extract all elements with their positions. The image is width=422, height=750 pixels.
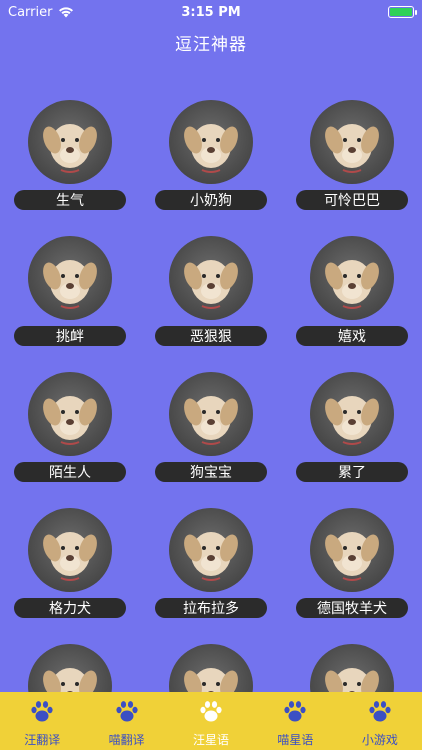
sound-item[interactable]: 累了 (296, 372, 408, 492)
dog-avatar-image[interactable] (169, 644, 253, 692)
sound-label[interactable]: 挑衅 (14, 326, 126, 346)
dog-avatar-image[interactable] (28, 100, 112, 184)
sound-label[interactable]: 嬉戏 (296, 326, 408, 346)
dog-avatar-image[interactable] (169, 100, 253, 184)
paw-icon (282, 699, 308, 729)
tab-bar: 汪翻译 喵翻译 汪星语 喵星语 小游戏 (0, 692, 422, 750)
dog-avatar-image[interactable] (310, 236, 394, 320)
tab-label: 汪翻译 (24, 733, 61, 747)
page-title: 逗汪神器 (175, 35, 247, 55)
sound-item[interactable]: 格力犬 (14, 508, 126, 628)
dog-avatar-image[interactable] (310, 372, 394, 456)
paw-icon (367, 699, 393, 729)
sound-grid: 生气 小奶狗 可怜巴巴挑衅 恶狠狠 嬉戏陌生人 狗宝宝 累了格力犬 拉布拉多 德国牧羊犬 (0, 96, 422, 692)
dog-avatar-image[interactable] (169, 236, 253, 320)
dog-avatar-image[interactable] (28, 644, 112, 692)
dog-avatar-image[interactable] (28, 508, 112, 592)
status-bar: Carrier 3:15 PM (0, 0, 422, 24)
sound-item[interactable]: 可怜巴巴 (296, 100, 408, 220)
sound-item[interactable]: 嬉戏 (296, 236, 408, 356)
tab-item[interactable]: 喵翻译 (84, 692, 168, 750)
tab-item[interactable]: 汪星语 (169, 692, 253, 750)
sound-item[interactable]: 生气 (14, 100, 126, 220)
sound-item[interactable]: 挑衅 (14, 236, 126, 356)
dog-avatar-image[interactable] (169, 508, 253, 592)
dog-avatar-image[interactable] (28, 236, 112, 320)
sound-label[interactable]: 拉布拉多 (155, 598, 267, 618)
tab-item[interactable]: 小游戏 (338, 692, 422, 750)
wifi-icon (59, 7, 74, 18)
sound-label[interactable]: 格力犬 (14, 598, 126, 618)
battery-icon (388, 6, 417, 18)
sound-item[interactable]: 小奶狗 (155, 100, 267, 220)
sound-label[interactable]: 陌生人 (14, 462, 126, 482)
carrier-label: Carrier (8, 4, 53, 20)
tab-item[interactable]: 汪翻译 (0, 692, 84, 750)
tab-label: 汪星语 (193, 733, 230, 747)
tab-label: 喵星语 (277, 733, 314, 747)
sound-item[interactable]: 拉布拉多 (155, 508, 267, 628)
paw-icon (114, 699, 140, 729)
paw-icon (198, 699, 224, 729)
sound-label[interactable]: 生气 (14, 190, 126, 210)
tab-label: 小游戏 (361, 733, 398, 747)
sound-item[interactable]: 陌生人 (14, 372, 126, 492)
sound-item[interactable]: 德国牧羊犬 (296, 508, 408, 628)
sound-label[interactable]: 累了 (296, 462, 408, 482)
dog-avatar-image[interactable] (310, 100, 394, 184)
sound-item[interactable]: 恶狠狠 (155, 236, 267, 356)
sound-item[interactable]: 狗宝宝 (155, 372, 267, 492)
dog-avatar-image[interactable] (28, 372, 112, 456)
sound-label[interactable]: 狗宝宝 (155, 462, 267, 482)
tab-item[interactable]: 喵星语 (253, 692, 337, 750)
sound-label[interactable]: 小奶狗 (155, 190, 267, 210)
dog-avatar-image[interactable] (310, 644, 394, 692)
status-left: Carrier (8, 5, 74, 20)
dog-avatar-image[interactable] (310, 508, 394, 592)
dog-avatar-image[interactable] (169, 372, 253, 456)
sound-label[interactable]: 可怜巴巴 (296, 190, 408, 210)
tab-label: 喵翻译 (108, 733, 145, 747)
sound-label[interactable]: 恶狠狠 (155, 326, 267, 346)
paw-icon (29, 699, 55, 729)
battery-fill (390, 8, 412, 16)
sound-label[interactable]: 德国牧羊犬 (296, 598, 408, 618)
